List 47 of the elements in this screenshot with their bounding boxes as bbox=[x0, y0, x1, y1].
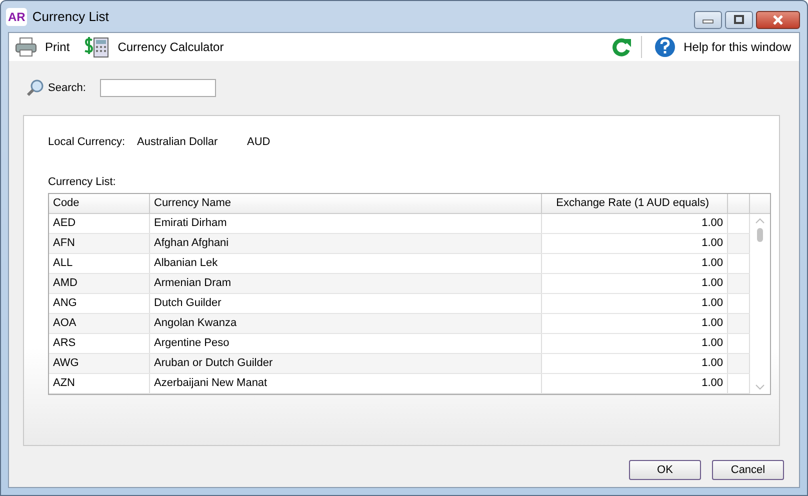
column-header[interactable]: Code bbox=[49, 194, 150, 213]
code-cell: AZN bbox=[49, 374, 150, 393]
search-label: Search: bbox=[48, 82, 86, 94]
currency-calculator-button[interactable]: Currency Calculator bbox=[82, 36, 226, 58]
local-currency-label: Local Currency: bbox=[48, 136, 126, 148]
maximize-button[interactable] bbox=[725, 11, 753, 29]
search-field[interactable] bbox=[100, 79, 216, 97]
table-caption: Currency List: bbox=[48, 176, 117, 190]
table-row[interactable]: AOA Angolan Kwanza 1.00 bbox=[49, 314, 750, 334]
dialog-button[interactable]: OK bbox=[629, 460, 701, 480]
table-row[interactable]: AMD Armenian Dram 1.00 bbox=[49, 274, 750, 294]
code-cell: AED bbox=[49, 214, 150, 233]
table-row[interactable]: AWG Aruban or Dutch Guilder 1.00 bbox=[49, 354, 750, 374]
table-row[interactable]: AZN Azerbaijani New Manat 1.00 bbox=[49, 374, 750, 394]
maximize-icon bbox=[732, 15, 746, 25]
rate-cell: 1.00 bbox=[542, 234, 728, 253]
dialog-button[interactable]: Cancel bbox=[712, 460, 784, 480]
rate-cell: 1.00 bbox=[542, 314, 728, 333]
local-currency-code: AUD bbox=[247, 136, 270, 148]
code-cell: AWG bbox=[49, 354, 150, 373]
code-cell: AMD bbox=[49, 274, 150, 293]
column-header[interactable]: Exchange Rate (1 AUD equals) bbox=[542, 194, 728, 213]
scroll-up-icon[interactable] bbox=[755, 218, 765, 224]
code-cell: ALL bbox=[49, 254, 150, 273]
search-icon bbox=[26, 79, 44, 97]
table-row[interactable]: AFN Afghan Afghani 1.00 bbox=[49, 234, 750, 254]
code-cell: ANG bbox=[49, 294, 150, 313]
close-icon bbox=[771, 15, 785, 25]
close-button[interactable] bbox=[756, 11, 800, 29]
printer-icon bbox=[15, 37, 37, 57]
rate-cell: 1.00 bbox=[542, 274, 728, 293]
help-button[interactable]: Help for this window bbox=[652, 36, 793, 58]
local-currency-name: Australian Dollar bbox=[137, 136, 219, 148]
calculator-icon bbox=[84, 36, 110, 58]
rate-cell: 1.00 bbox=[542, 354, 728, 373]
scroll-down-icon[interactable] bbox=[755, 384, 765, 390]
window-title: Currency List bbox=[32, 9, 109, 24]
minimize-button[interactable] bbox=[694, 11, 722, 29]
refresh-icon bbox=[610, 37, 633, 57]
column-header[interactable]: Currency Name bbox=[150, 194, 542, 213]
help-icon bbox=[654, 36, 676, 58]
scrollbar-thumb[interactable] bbox=[757, 228, 763, 242]
print-button[interactable]: Print bbox=[13, 37, 72, 57]
code-cell: ARS bbox=[49, 334, 150, 353]
code-cell: AOA bbox=[49, 314, 150, 333]
app-logo: AR bbox=[6, 8, 28, 26]
code-cell: AFN bbox=[49, 234, 150, 253]
